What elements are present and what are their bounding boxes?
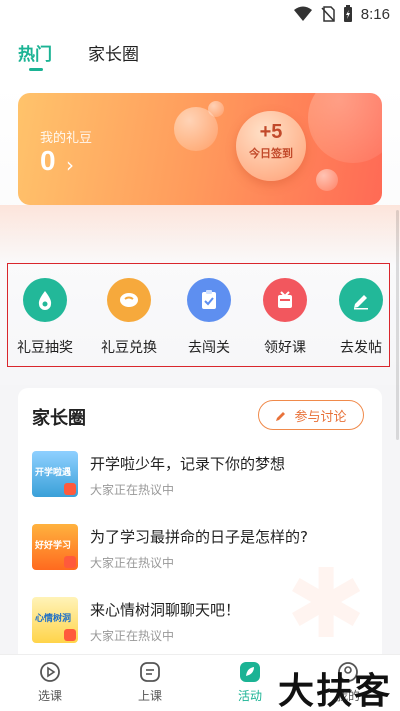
- action-bean-lottery[interactable]: 礼豆抽奖: [10, 278, 80, 357]
- checkin-label: 今日签到: [249, 147, 293, 160]
- action-get-course[interactable]: 领好课: [250, 278, 320, 357]
- checkin-button[interactable]: +5 今日签到: [236, 111, 306, 181]
- action-label: 去发帖: [340, 340, 382, 356]
- nav-label: 活动: [237, 689, 262, 703]
- topic-subtitle: 大家正在热议中: [90, 629, 175, 643]
- nav-class[interactable]: 上课: [120, 661, 180, 704]
- quick-actions: 礼豆抽奖 礼豆兑换 去闯关 领好课 去发帖: [7, 263, 390, 367]
- topic-subtitle: 大家正在热议中: [90, 556, 175, 570]
- topic-thumbnail: 心情树洞: [32, 597, 78, 643]
- chevron-right-icon: ›: [66, 153, 74, 177]
- action-challenge[interactable]: 去闯关: [174, 278, 244, 357]
- nav-label: 选课: [37, 689, 62, 703]
- action-label: 礼豆抽奖: [17, 340, 73, 356]
- active-tab-indicator: [29, 68, 43, 71]
- topic-title: 开学啦少年，记录下你的梦想: [90, 455, 286, 473]
- tab-parent-circle[interactable]: 家长圈: [88, 40, 139, 65]
- action-label: 去闯关: [188, 340, 230, 356]
- tab-hot[interactable]: 热门: [18, 40, 52, 65]
- section-title: 家长圈: [32, 408, 86, 429]
- battery-charging-icon: [343, 5, 352, 22]
- topic-title: 来心情树洞聊聊天吧！: [90, 601, 241, 619]
- fire-badge-icon: [64, 629, 76, 641]
- no-sim-icon: [321, 6, 335, 22]
- action-bean-exchange[interactable]: 礼豆兑换: [94, 278, 164, 357]
- status-icons: 8:16: [293, 5, 390, 23]
- play-circle-icon: [39, 661, 61, 683]
- thumbnail-caption: 好好学习: [35, 541, 72, 551]
- thumbnail-caption: 开学啦遇: [35, 468, 72, 478]
- card-glow: [0, 205, 400, 265]
- pencil-icon: [276, 411, 286, 421]
- nav-label: 上课: [137, 689, 162, 703]
- topic-item[interactable]: 好好学习 为了学习最拼命的日子是怎样的? 大家正在热议中: [32, 524, 368, 580]
- bean-icon: [107, 278, 151, 322]
- decor-bubble: [308, 93, 382, 163]
- action-post[interactable]: 去发帖: [326, 278, 396, 357]
- watermark: 大扶客: [278, 670, 393, 711]
- thumbnail-caption: 心情树洞: [35, 614, 72, 624]
- topic-title: 为了学习最拼命的日子是怎样的?: [90, 528, 308, 546]
- clipboard-check-icon: [187, 278, 231, 322]
- parent-circle-card: ✱ 家长圈 参与讨论 开学啦遇 开学啦少年，记录下你的梦想 大家正在热议中 好好…: [18, 388, 382, 663]
- scrollbar[interactable]: [396, 210, 399, 440]
- class-icon: [139, 661, 161, 683]
- nav-select-course[interactable]: 选课: [20, 661, 80, 704]
- topic-thumbnail: 好好学习: [32, 524, 78, 570]
- status-bar: 8:16: [0, 0, 400, 30]
- join-discussion-label: 参与讨论: [294, 409, 347, 425]
- beans-card[interactable]: 我的礼豆 0 › +5 今日签到: [18, 93, 382, 205]
- beans-count: 0: [40, 145, 56, 176]
- decor-bubble: [208, 101, 224, 117]
- topic-thumbnail: 开学啦遇: [32, 451, 78, 497]
- topic-item[interactable]: 开学啦遇 开学啦少年，记录下你的梦想 大家正在热议中: [32, 451, 368, 507]
- edit-icon: [339, 278, 383, 322]
- action-label: 领好课: [264, 340, 306, 356]
- topic-subtitle: 大家正在热议中: [90, 483, 175, 497]
- wifi-icon: [293, 6, 312, 21]
- bean-drop-icon: [23, 278, 67, 322]
- action-label: 礼豆兑换: [101, 340, 157, 356]
- nav-activity[interactable]: 活动: [220, 661, 280, 704]
- join-discussion-button[interactable]: 参与讨论: [258, 400, 364, 430]
- topic-item[interactable]: 心情树洞 来心情树洞聊聊天吧！ 大家正在热议中: [32, 597, 368, 653]
- fire-badge-icon: [64, 556, 76, 568]
- decor-bubble: [316, 169, 338, 191]
- checkin-points: +5: [259, 121, 283, 143]
- fire-badge-icon: [64, 483, 76, 495]
- leaf-icon: [239, 661, 261, 683]
- top-tabs: 热门 家长圈: [0, 30, 400, 85]
- status-time: 8:16: [360, 5, 390, 23]
- beans-title: 我的礼豆: [40, 131, 93, 146]
- gift-box-icon: [263, 278, 307, 322]
